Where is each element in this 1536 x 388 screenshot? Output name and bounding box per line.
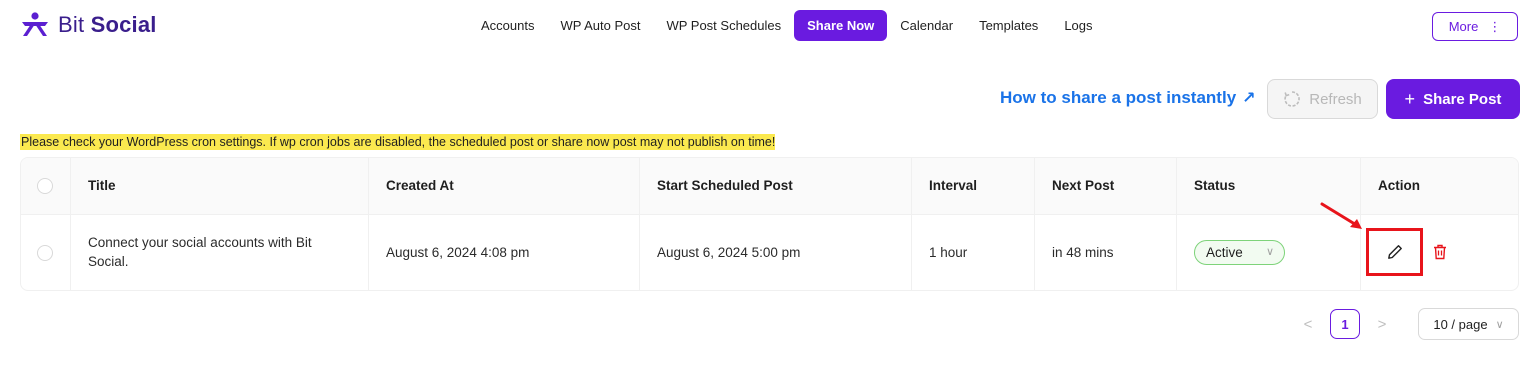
main-nav: Accounts WP Auto Post WP Post Schedules … xyxy=(468,10,1106,41)
row-checkbox[interactable] xyxy=(37,245,53,262)
table-header-row: Title Created At Start Scheduled Post In… xyxy=(21,158,1518,214)
column-header-created-at[interactable]: Created At xyxy=(368,158,639,214)
brand-name: Bit Social xyxy=(58,12,157,37)
status-select[interactable]: Active ∨ xyxy=(1194,239,1285,265)
delete-button[interactable] xyxy=(1433,244,1447,260)
nav-item-accounts[interactable]: Accounts xyxy=(468,10,547,41)
column-header-start-scheduled[interactable]: Start Scheduled Post xyxy=(639,158,911,214)
pencil-icon xyxy=(1387,245,1402,260)
row-title: Connect your social accounts with Bit So… xyxy=(70,214,368,290)
more-label: More xyxy=(1448,19,1479,34)
nav-item-share-now[interactable]: Share Now xyxy=(794,10,888,41)
column-header-title[interactable]: Title xyxy=(70,158,368,214)
nav-item-logs[interactable]: Logs xyxy=(1051,10,1105,41)
help-link[interactable]: How to share a post instantly ↗ xyxy=(1000,88,1256,108)
column-header-interval[interactable]: Interval xyxy=(911,158,1034,214)
more-button[interactable]: More ⋮ xyxy=(1432,12,1518,41)
cron-warning: Please check your WordPress cron setting… xyxy=(20,134,776,150)
page-size-select[interactable]: 10 / page ∨ xyxy=(1418,308,1519,340)
posts-table: Title Created At Start Scheduled Post In… xyxy=(20,157,1519,291)
nav-item-calendar[interactable]: Calendar xyxy=(887,10,966,41)
edit-button[interactable] xyxy=(1366,228,1423,277)
row-select-cell xyxy=(21,214,70,290)
external-link-icon: ↗ xyxy=(1242,90,1256,107)
brand-logo[interactable]: Bit Social xyxy=(20,10,157,40)
column-header-next-post[interactable]: Next Post xyxy=(1034,158,1176,214)
refresh-label: Refresh xyxy=(1309,90,1362,108)
row-created-at: August 6, 2024 4:08 pm xyxy=(368,214,639,290)
select-all-cell xyxy=(21,158,70,214)
table-row: Connect your social accounts with Bit So… xyxy=(21,214,1518,290)
page-number-button[interactable]: 1 xyxy=(1330,309,1360,339)
nav-item-wp-post-schedules[interactable]: WP Post Schedules xyxy=(653,10,794,41)
row-start-scheduled: August 6, 2024 5:00 pm xyxy=(639,214,911,290)
column-header-action: Action xyxy=(1360,158,1518,214)
select-all-checkbox[interactable] xyxy=(37,177,53,194)
refresh-button[interactable]: Refresh xyxy=(1267,79,1378,119)
share-post-label: Share Post xyxy=(1423,90,1502,108)
chevron-down-icon: ∨ xyxy=(1495,318,1504,331)
page-size-value: 10 / page xyxy=(1433,316,1488,332)
share-post-button[interactable]: + Share Post xyxy=(1386,79,1520,119)
row-action-cell xyxy=(1360,214,1518,290)
prev-page-button[interactable]: < xyxy=(1296,309,1320,339)
next-page-button[interactable]: > xyxy=(1370,309,1394,339)
pagination: < 1 > xyxy=(1296,309,1394,339)
bit-social-logo-icon xyxy=(22,12,48,36)
annotation-arrow-icon xyxy=(1320,202,1362,229)
help-link-label: How to share a post instantly xyxy=(1000,88,1237,107)
row-interval: 1 hour xyxy=(911,214,1034,290)
nav-item-wp-auto-post[interactable]: WP Auto Post xyxy=(547,10,653,41)
kebab-icon: ⋮ xyxy=(1488,18,1502,34)
nav-item-templates[interactable]: Templates xyxy=(966,10,1051,41)
trash-icon xyxy=(1434,245,1446,260)
plus-icon: + xyxy=(1404,88,1416,109)
chevron-down-icon: ∨ xyxy=(1265,245,1274,258)
status-value: Active xyxy=(1206,244,1243,260)
refresh-icon xyxy=(1284,91,1301,107)
row-next-post: in 48 mins xyxy=(1034,214,1176,290)
